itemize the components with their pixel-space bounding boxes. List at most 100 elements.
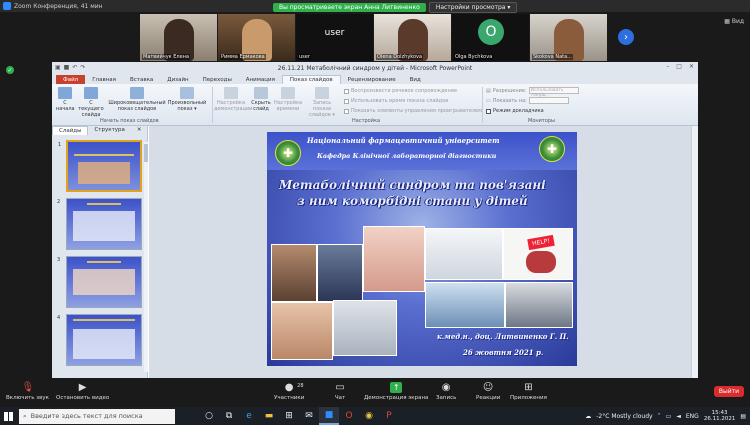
participant-tile[interactable]: Матвийчук Елена: [140, 14, 217, 61]
record-button[interactable]: ◉ Запись: [436, 382, 456, 401]
chevron-up-icon[interactable]: ˄: [658, 413, 661, 420]
file-explorer-icon[interactable]: ▬: [259, 407, 279, 425]
tab-review[interactable]: Рецензирование: [341, 75, 403, 84]
edge-icon[interactable]: e: [239, 407, 259, 425]
photo-sick-liver: HELP!: [503, 228, 573, 280]
participant-tile[interactable]: Skokova Nata...: [530, 14, 607, 61]
tab-view[interactable]: Вид: [403, 75, 428, 84]
slide-thumbnail[interactable]: 1: [58, 140, 142, 192]
thumb-title-line: [73, 319, 135, 321]
custom-show-button[interactable]: Произвольный показ ▾: [166, 87, 208, 112]
powerpoint-taskbar-icon[interactable]: P: [379, 407, 399, 425]
show-on-label: Показать на:: [492, 97, 527, 104]
presenter-view-checkbox[interactable]: Режим докладчика: [486, 108, 544, 114]
record-show-button[interactable]: Запись показа слайдов ▾: [304, 87, 340, 118]
zoom-taskbar-icon[interactable]: ■: [319, 407, 339, 425]
maximize-icon[interactable]: □: [676, 63, 682, 70]
tab-design[interactable]: Дизайн: [160, 75, 195, 84]
redo-icon[interactable]: ↷: [80, 64, 85, 71]
controls-checkbox[interactable]: Показать элементы управления проигрывате…: [344, 108, 482, 114]
save-icon[interactable]: ■: [64, 64, 70, 71]
view-button[interactable]: ▦ Вид: [724, 18, 744, 25]
tab-transitions[interactable]: Переходы: [196, 75, 239, 84]
tab-slides[interactable]: Слайды: [52, 126, 89, 135]
tab-file[interactable]: Файл: [56, 75, 86, 84]
current-slide[interactable]: ✚ ✚ Національний фармацевтичний універси…: [267, 132, 577, 366]
chrome-icon[interactable]: ◉: [359, 407, 379, 425]
tab-home[interactable]: Главная: [85, 75, 123, 84]
apps-button[interactable]: ⊞ Приложения: [510, 382, 547, 401]
participant-tile[interactable]: Olena Dolzhykova: [374, 14, 451, 61]
taskbar-search[interactable]: ⌕ Введите здесь текст для поиска: [19, 408, 175, 424]
record-label: Запись: [436, 395, 457, 401]
language-indicator[interactable]: ENG: [686, 413, 699, 420]
broadcast-button[interactable]: Широковещательный показ слайдов: [108, 87, 166, 112]
resolution-value: Использовать текущ...: [528, 87, 579, 98]
photo-blood-pressure: [505, 282, 573, 328]
volume-icon[interactable]: ◄: [676, 413, 681, 420]
opera-icon[interactable]: O: [339, 407, 359, 425]
tab-animations[interactable]: Анимация: [239, 75, 282, 84]
slides-pane: Слайды Структура ✕ 1 2 3 4: [52, 126, 148, 378]
show-on-select[interactable]: ▭ Показать на:: [486, 97, 569, 104]
hide-slide-label: Скрыть слайд: [251, 100, 271, 112]
slide-thumbnail[interactable]: 4: [57, 314, 142, 366]
cortana-icon[interactable]: ○: [199, 407, 219, 425]
weather-text[interactable]: -2°C Mostly cloudy: [596, 413, 652, 420]
custom-show-icon: [180, 87, 194, 99]
notifications-icon[interactable]: ▤: [740, 413, 746, 420]
editor-scrollbar[interactable]: [691, 126, 698, 378]
slide-thumbnail[interactable]: 2: [57, 198, 142, 250]
scrollbar-thumb[interactable]: [144, 144, 148, 162]
close-icon[interactable]: ✕: [689, 63, 694, 70]
leave-button[interactable]: Выйти: [713, 386, 744, 397]
zoom-window-title: Zoom Конференция, 41 мин: [14, 2, 103, 10]
from-start-button[interactable]: С начала: [56, 87, 75, 112]
chevron-right-icon[interactable]: ›: [618, 29, 634, 45]
stop-video-button[interactable]: ▶ Остановить видео: [56, 382, 109, 401]
slide-number: 1: [58, 142, 62, 148]
hide-slide-button[interactable]: Скрыть слайд: [250, 87, 272, 112]
participants-button[interactable]: ● 28 Участники: [274, 382, 304, 401]
close-pane-icon[interactable]: ✕: [131, 126, 148, 135]
tab-insert[interactable]: Вставка: [123, 75, 160, 84]
reactions-button[interactable]: ☺ Реакции: [476, 382, 500, 401]
participant-tile[interactable]: user user: [296, 14, 373, 61]
ribbon-separator: [212, 87, 213, 123]
tab-slideshow[interactable]: Показ слайдов: [281, 75, 341, 84]
store-icon[interactable]: ⊞: [279, 407, 299, 425]
shield-check-icon[interactable]: ✓: [6, 66, 14, 74]
photo-child-inhaler: [425, 282, 505, 328]
chat-button[interactable]: ▭ Чат: [334, 382, 346, 401]
task-view-icon[interactable]: ⧉: [219, 407, 239, 425]
from-current-button[interactable]: С текущего слайда: [76, 87, 106, 118]
narration-checkbox[interactable]: Воспроизвести речевое сопровождение: [344, 88, 457, 94]
network-icon[interactable]: ▭: [666, 413, 672, 420]
grid-icon: ▦: [724, 18, 732, 25]
apps-label: Приложения: [510, 395, 547, 401]
slides-scrollbar[interactable]: [144, 142, 148, 372]
undo-icon[interactable]: ↶: [72, 64, 77, 71]
ppt-logo-icon: ▣: [55, 64, 61, 71]
rehearse-button[interactable]: Настройка времени: [274, 87, 302, 112]
slide-number: 3: [57, 257, 61, 263]
minimize-icon[interactable]: –: [666, 63, 669, 70]
slide-thumbnail[interactable]: 3: [57, 256, 142, 308]
record-icon: ◉: [441, 382, 451, 393]
start-button[interactable]: [0, 407, 16, 425]
tab-outline[interactable]: Структура: [88, 126, 130, 135]
timings-checkbox[interactable]: Использовать время показа слайдов: [344, 98, 448, 104]
presenter-view-label: Режим докладчика: [493, 108, 544, 114]
mail-icon[interactable]: ✉: [299, 407, 319, 425]
share-screen-button[interactable]: ↑ Демонстрация экрана: [364, 382, 428, 401]
participant-tile[interactable]: Римма Ермакова: [218, 14, 295, 61]
participant-tile[interactable]: O Olga Bychkova: [452, 14, 529, 61]
resolution-select[interactable]: ▤ Разрешение: Использовать текущ...: [486, 87, 579, 98]
powerpoint-window: ▣ ■ ↶ ↷ 26.11.21 Метаболічний синдром у …: [52, 62, 698, 378]
unmute-button[interactable]: 🎙 Включить звук: [6, 382, 49, 401]
setup-show-button[interactable]: Настройка демонстрации: [214, 87, 252, 112]
broadcast-icon: [130, 87, 144, 99]
zoom-logo-icon: [3, 2, 11, 10]
clock[interactable]: 15:43 26.11.2021: [704, 410, 736, 422]
view-options-button[interactable]: Настройки просмотра ▾: [428, 2, 518, 13]
